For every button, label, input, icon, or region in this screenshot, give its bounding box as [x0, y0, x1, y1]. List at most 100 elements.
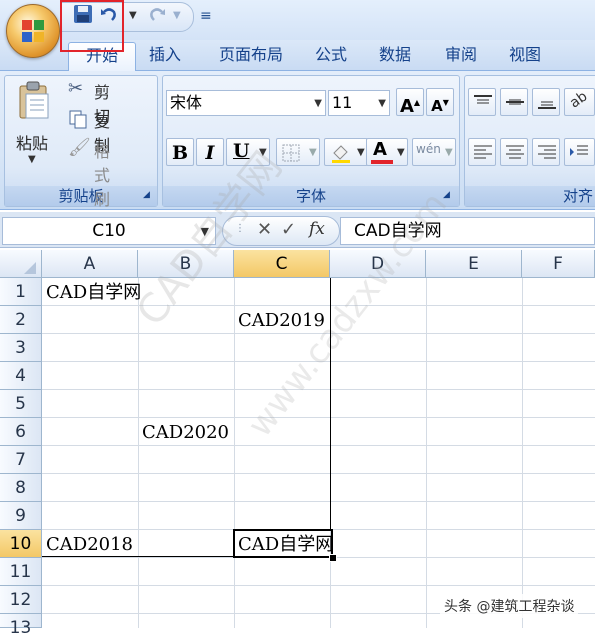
select-all-triangle-icon	[24, 262, 36, 274]
paste-icon	[19, 81, 49, 119]
cell-border-right-c	[330, 278, 331, 529]
tab-data[interactable]: 数据	[370, 42, 420, 70]
name-box-dropdown-icon[interactable]: ▼	[201, 219, 209, 245]
row-header-12[interactable]: 12	[0, 586, 42, 614]
column-header-a[interactable]: A	[42, 250, 138, 278]
row-header-10[interactable]: 10	[0, 530, 42, 558]
grow-font-button[interactable]: A▲	[396, 88, 424, 117]
cancel-icon[interactable]: ✕	[257, 219, 272, 240]
bold-button[interactable]: B	[166, 138, 194, 166]
tab-review[interactable]: 审阅	[436, 42, 486, 70]
cell-c2[interactable]: CAD2019	[238, 307, 325, 335]
font-size-value: 11	[332, 93, 353, 112]
orientation-button[interactable]: ab	[564, 88, 595, 116]
cell-b6[interactable]: CAD2020	[142, 419, 229, 447]
save-highlight-box	[60, 0, 124, 52]
align-right-icon	[538, 145, 556, 159]
align-left-button[interactable]	[468, 138, 496, 166]
column-header-f[interactable]: F	[522, 250, 595, 278]
cell-a1[interactable]: CAD自学网	[46, 279, 141, 307]
formula-input[interactable]: CAD自学网	[340, 217, 595, 245]
align-bottom-icon	[538, 101, 556, 109]
customize-qat-icon[interactable]: ≡	[200, 8, 212, 24]
font-size-dropdown-icon[interactable]: ▼	[378, 92, 386, 116]
gridline	[42, 417, 595, 418]
phonetic-button[interactable]: wén ▼	[412, 138, 456, 166]
indent-button[interactable]	[564, 138, 595, 166]
resize-handle-icon[interactable]: ⋮	[235, 223, 245, 234]
enter-icon[interactable]: ✓	[281, 219, 296, 240]
gridline	[42, 445, 595, 446]
align-top-icon	[474, 95, 492, 104]
gridline	[138, 278, 139, 628]
office-button[interactable]	[6, 4, 60, 58]
borders-button[interactable]: ▼	[276, 138, 320, 166]
row-header-8[interactable]: 8	[0, 474, 42, 502]
font-name-combo[interactable]: 宋体 ▼	[166, 90, 326, 116]
redo-icon[interactable]	[146, 4, 168, 31]
phonetic-dropdown-icon[interactable]: ▼	[445, 147, 453, 158]
row-header-6[interactable]: 6	[0, 418, 42, 446]
insert-function-icon[interactable]: fx	[309, 219, 325, 239]
font-name-dropdown-icon[interactable]: ▼	[314, 92, 322, 116]
underline-dropdown-icon[interactable]: ▼	[259, 147, 267, 158]
fill-color-dropdown-icon[interactable]: ▼	[357, 147, 365, 158]
orientation-icon: ab	[566, 88, 591, 112]
italic-button[interactable]: I	[196, 138, 224, 166]
redo-dropdown-icon[interactable]: ▼	[173, 10, 181, 21]
gridline	[42, 473, 595, 474]
fill-color-button[interactable]: ▼	[324, 138, 368, 166]
column-header-c[interactable]: C	[234, 250, 330, 278]
column-header-d[interactable]: D	[330, 250, 426, 278]
row-header-4[interactable]: 4	[0, 362, 42, 390]
font-size-combo[interactable]: 11 ▼	[328, 90, 390, 116]
row-header-13[interactable]: 13	[0, 614, 42, 638]
paste-label: 粘贴	[16, 134, 49, 153]
font-color-button[interactable]: A ▼	[366, 138, 408, 166]
undo-dropdown-icon[interactable]: ▼	[129, 10, 137, 21]
align-center-button[interactable]	[500, 138, 528, 166]
font-launcher-icon[interactable]: ◢	[443, 190, 450, 200]
font-color-dropdown-icon[interactable]: ▼	[397, 147, 405, 158]
row-header-3[interactable]: 3	[0, 334, 42, 362]
office-logo-icon	[22, 20, 44, 42]
row-header-9[interactable]: 9	[0, 502, 42, 530]
shrink-font-button[interactable]: A▼	[426, 88, 454, 116]
align-top-button[interactable]	[468, 88, 496, 116]
active-cell-outline	[233, 529, 333, 558]
row-header-11[interactable]: 11	[0, 558, 42, 586]
align-bottom-button[interactable]	[532, 88, 560, 116]
tab-insert[interactable]: 插入	[140, 42, 190, 70]
row-header-5[interactable]: 5	[0, 390, 42, 418]
align-middle-button[interactable]	[500, 88, 528, 116]
gridline	[426, 278, 427, 628]
borders-dropdown-icon[interactable]: ▼	[309, 147, 317, 158]
format-painter-icon: 🖌	[68, 137, 91, 158]
row-header-7[interactable]: 7	[0, 446, 42, 474]
cell-a10[interactable]: CAD2018	[46, 531, 133, 559]
paste-dropdown-icon[interactable]: ▼	[28, 154, 36, 165]
select-all-button[interactable]	[0, 250, 42, 278]
tab-view[interactable]: 视图	[500, 42, 550, 70]
align-left-icon	[474, 145, 492, 159]
column-header-b[interactable]: B	[138, 250, 234, 278]
font-color-letter: A	[373, 139, 387, 160]
underline-letter: U	[233, 140, 250, 162]
paste-button[interactable]: 粘贴 ▼	[12, 78, 56, 170]
format-painter-label: 格式刷	[94, 142, 111, 209]
row-header-1[interactable]: 1	[0, 278, 42, 306]
underline-button[interactable]: U ▼	[226, 138, 270, 166]
indent-icon	[570, 145, 588, 156]
align-middle-icon	[506, 99, 524, 105]
align-right-button[interactable]	[532, 138, 560, 166]
gridline	[42, 501, 595, 502]
align-center-icon	[506, 145, 524, 159]
name-box[interactable]: C10 ▼	[2, 217, 216, 245]
clipboard-launcher-icon[interactable]: ◢	[143, 190, 150, 200]
tab-formulas[interactable]: 公式	[306, 42, 356, 70]
column-header-e[interactable]: E	[426, 250, 522, 278]
fill-handle[interactable]	[329, 554, 337, 562]
tab-page-layout[interactable]: 页面布局	[206, 42, 296, 70]
row-header-2[interactable]: 2	[0, 306, 42, 334]
gridline	[42, 389, 595, 390]
